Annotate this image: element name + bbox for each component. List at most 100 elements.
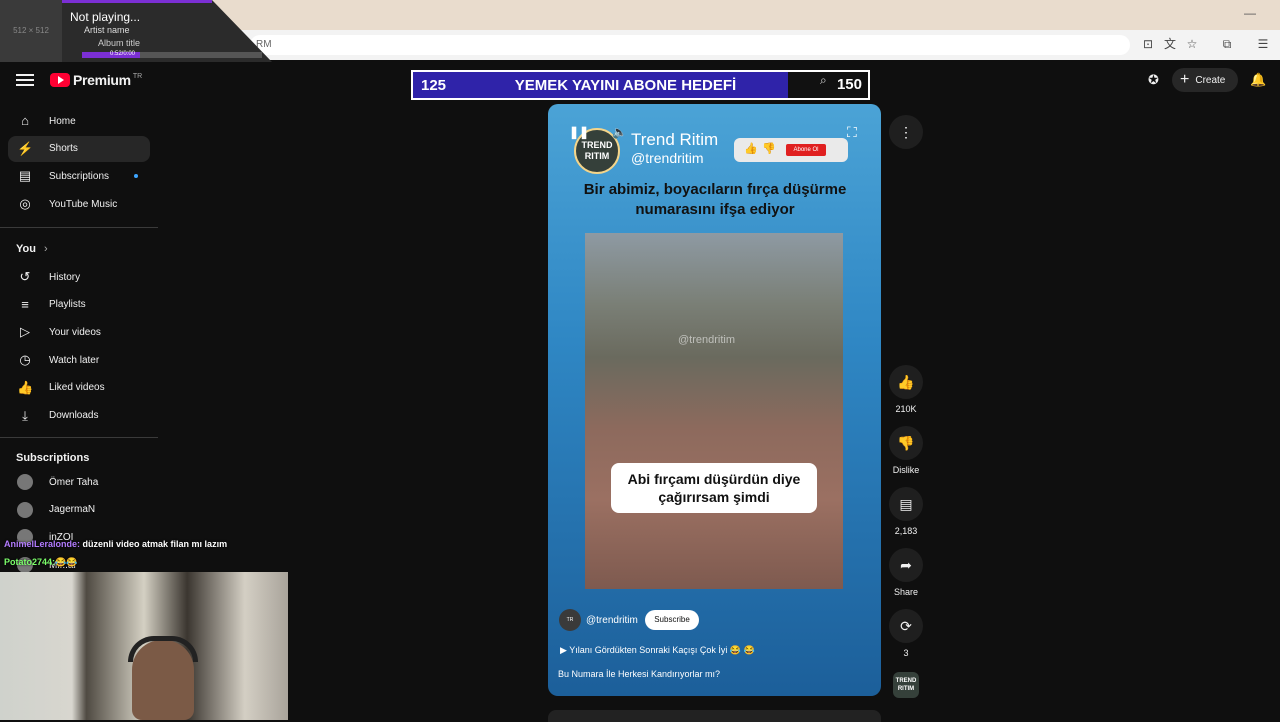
remix-action[interactable]: ⟳ 3 — [889, 609, 923, 658]
media-thumbnail: 512 × 512 — [0, 0, 62, 62]
sidebar-item-subscriptions[interactable]: ▤ Subscriptions — [8, 163, 150, 189]
dislike-action[interactable]: 👎 Dislike — [889, 426, 923, 475]
thumbs-down-icon: 👎 — [762, 143, 776, 155]
media-time: 0:52/0:00 — [110, 51, 136, 57]
thumbs-up-icon: 👍 — [744, 143, 758, 155]
remix-count: 3 — [903, 648, 909, 658]
fullscreen-icon[interactable]: ⛶ — [847, 124, 857, 141]
chat-user: Potato2744: — [4, 557, 56, 567]
search-icon[interactable]: ⌕ — [820, 73, 827, 88]
youtube-logo-icon — [50, 73, 70, 87]
sidebar-item-home[interactable]: ⌂ Home — [8, 108, 150, 134]
sidebar-item-label: Your videos — [49, 326, 101, 338]
share-icon[interactable]: ➦ — [889, 548, 923, 582]
sidebar-item-label: Home — [49, 115, 76, 127]
sidebar-item-label: Ömer Taha — [49, 476, 99, 488]
like-count: 210K — [895, 404, 917, 414]
short-description[interactable]: Bu Numara İle Herkesi Kandırıyorlar mı? — [558, 669, 720, 679]
sidebar-item-label: JagermaN — [49, 504, 96, 516]
channel-sound-thumbnail[interactable]: TREND RITIM — [893, 672, 919, 698]
home-icon: ⌂ — [21, 113, 29, 128]
sidebar-item-history[interactable]: ↺ History — [8, 264, 150, 290]
history-icon: ↺ — [19, 269, 31, 284]
sidebar-item-label: Playlists — [49, 299, 86, 311]
sidebar-item-label: Downloads — [49, 410, 99, 421]
sidebar-item-youtube-music[interactable]: ◎ YouTube Music — [8, 191, 150, 217]
chevron-right-icon: › — [43, 243, 48, 255]
media-artist: Artist name — [84, 25, 130, 35]
chat-user: AnimelLeralonde: — [4, 539, 81, 549]
media-accent-line — [62, 0, 212, 3]
short-music-line[interactable]: ▶ Yılanı Gördükten Sonraki Kaçışı Çok İy… — [560, 645, 755, 656]
sidebar-you-header[interactable]: You › — [16, 243, 48, 255]
sidebar-sub-jagerman[interactable]: JagermaN — [8, 497, 150, 523]
watch-later-icon: ◷ — [19, 352, 31, 368]
comment-count: 2,183 — [894, 526, 918, 536]
sidebar-item-label: Subscriptions — [49, 170, 110, 182]
create-label: Create — [1195, 74, 1226, 86]
sidebar-item-downloads[interactable]: ⤓ Downloads — [8, 403, 150, 429]
sidebar-item-label: History — [49, 271, 81, 283]
extensions-icon[interactable]: ⧉ — [1219, 36, 1235, 52]
menu-icon[interactable] — [16, 72, 34, 88]
address-input[interactable]: RM — [250, 35, 1130, 55]
like-icon[interactable]: 👍 — [889, 365, 923, 399]
subscriptions-icon: ▤ — [18, 168, 32, 184]
more-options-icon[interactable]: ⋮ — [889, 115, 923, 149]
playlists-icon: ≡ — [21, 296, 29, 312]
pause-icon[interactable]: ❚❚ — [569, 125, 589, 139]
sidebar-item-your-videos[interactable]: ▷ Your videos — [8, 319, 150, 345]
remix-icon[interactable]: ⟳ — [889, 609, 923, 643]
plus-icon: + — [1180, 71, 1190, 88]
comment-icon[interactable]: ▤ — [889, 487, 923, 521]
create-button[interactable]: + Create — [1172, 68, 1238, 92]
browser-menu-icon[interactable]: ☰ — [1255, 36, 1271, 52]
media-album: Album title — [98, 38, 141, 48]
dislike-label: Dislike — [892, 465, 920, 475]
install-app-icon[interactable]: ⊡ — [1140, 36, 1156, 52]
channel-avatar — [17, 474, 33, 490]
goal-current: 125 — [421, 76, 447, 94]
sidebar-item-shorts[interactable]: ⚡ Shorts — [8, 135, 150, 162]
window-minimize-button[interactable]: — — [1244, 6, 1256, 20]
subscribe-button[interactable]: Subscribe — [645, 610, 699, 630]
short-video-frame — [585, 233, 843, 589]
you-title: You — [16, 243, 36, 255]
bookmark-star-icon[interactable]: ☆ — [1184, 36, 1200, 52]
sidebar-item-label: YouTube Music — [49, 198, 118, 210]
sidebar-divider — [0, 227, 158, 228]
comments-action[interactable]: ▤ 2,183 — [889, 487, 923, 536]
sidebar-item-playlists[interactable]: ≡ Playlists — [8, 292, 150, 318]
share-action[interactable]: ➦ Share — [889, 548, 923, 597]
next-short-preview[interactable] — [548, 710, 881, 722]
cast-icon[interactable]: ✪ — [1148, 72, 1159, 88]
download-icon: ⤓ — [22, 407, 28, 423]
short-bottom-handle[interactable]: @trendritim — [586, 615, 638, 626]
sidebar-sub--mer-taha[interactable]: Ömer Taha — [8, 469, 150, 495]
short-channel-avatar[interactable]: TR — [559, 609, 581, 631]
translate-icon[interactable]: 文 — [1162, 36, 1178, 52]
share-label: Share — [893, 587, 919, 597]
youtube-logo[interactable]: Premium TR — [50, 72, 142, 88]
short-channel-handle: @trendritim — [631, 150, 704, 166]
media-status: Not playing... — [70, 10, 141, 24]
your-videos-icon: ▷ — [20, 324, 30, 340]
chat-message: AnimelLeralonde: düzenli video atmak fil… — [4, 539, 227, 549]
like-action[interactable]: 👍 210K — [889, 365, 923, 414]
notifications-bell-icon[interactable]: 🔔 — [1250, 72, 1266, 88]
short-caption: Abi fırçamı düşürdün diye çağırırsam şim… — [611, 463, 817, 513]
sidebar-item-label: Watch later — [49, 354, 100, 366]
volume-icon[interactable]: 🔈 — [612, 125, 627, 139]
dislike-icon[interactable]: 👎 — [889, 426, 923, 460]
channel-avatar — [17, 501, 33, 518]
sidebar-item-watch-later[interactable]: ◷ Watch later — [8, 347, 150, 373]
shorts-icon: ⚡ — [17, 140, 34, 156]
media-thumb-label: 512 × 512 — [13, 26, 49, 35]
chat-text: 😂😂 — [55, 557, 78, 567]
short-watermark: @trendritim — [678, 334, 736, 346]
new-content-dot — [134, 174, 138, 179]
sidebar-item-label: Shorts — [49, 143, 78, 155]
sidebar-subscriptions-title: Subscriptions — [16, 452, 90, 464]
sidebar-item-liked-videos[interactable]: 👍 Liked videos — [8, 375, 150, 401]
short-channel-name: Trend Ritim — [631, 130, 719, 149]
